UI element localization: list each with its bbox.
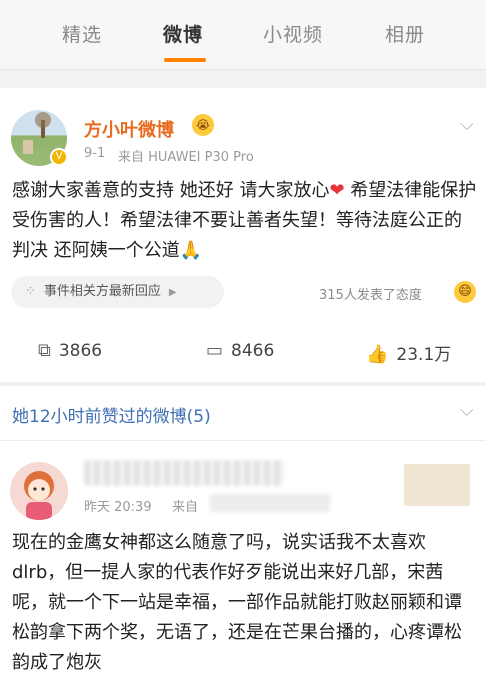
- like-icon: 👍: [366, 344, 389, 365]
- repost-button[interactable]: ⧉ 3866: [38, 340, 102, 361]
- blurred-thumbnail: [404, 464, 470, 506]
- blurred-source: [210, 494, 330, 512]
- reaction-count[interactable]: 315人发表了态度: [319, 284, 422, 303]
- dots-icon: ⁘: [25, 284, 36, 299]
- weibo-profile-page: 精选 微博 小视频 相册 V 方小叶微博 😭 9-1 来自 HUAWEI P30…: [0, 0, 486, 678]
- tab-weibo[interactable]: 微博: [163, 20, 203, 47]
- comment-button[interactable]: ▭ 8466: [206, 340, 274, 361]
- active-tab-indicator: [164, 58, 206, 62]
- post-date: 昨天 20:39: [84, 500, 152, 515]
- topic-label: 事件相关方最新回应: [43, 284, 161, 299]
- comment-icon: ▭: [206, 340, 224, 361]
- top-tab-bar: 精选 微博 小视频 相册: [0, 0, 486, 70]
- blurred-username: [84, 460, 284, 486]
- heart-icon: ❤: [329, 180, 345, 201]
- like-button[interactable]: 👍 23.1万: [366, 340, 451, 365]
- chevron-down-icon[interactable]: ⌵: [460, 400, 474, 421]
- praying-hands-icon: 🙏: [179, 240, 203, 261]
- like-count: 23.1万: [396, 345, 452, 365]
- author-name[interactable]: 方小叶微博: [84, 116, 174, 142]
- tab-featured[interactable]: 精选: [62, 20, 102, 47]
- post-date: 9-1: [84, 146, 106, 161]
- arrow-right-icon: ▶: [168, 287, 177, 298]
- post-source: 来自: [172, 500, 199, 515]
- post-text: 现在的金鹰女神都这么随意了吗，说实话我不太喜欢dlrb，但一提人家的代表作好歹能…: [12, 532, 462, 673]
- avatar[interactable]: [10, 462, 68, 520]
- liked-section-title[interactable]: 她12小时前赞过的微博(5): [12, 402, 211, 427]
- emoji-icon: 😭: [192, 114, 214, 136]
- chevron-down-icon[interactable]: ⌵: [460, 114, 474, 135]
- post-source: 来自 HUAWEI P30 Pro: [118, 150, 254, 165]
- repost-count: 3866: [58, 341, 103, 361]
- smile-emoji-icon[interactable]: 😄: [454, 281, 476, 303]
- divider: [0, 440, 486, 441]
- repost-icon: ⧉: [38, 340, 51, 361]
- comment-count: 8466: [231, 341, 275, 361]
- verified-badge-icon: V: [50, 148, 68, 166]
- post-text: 感谢大家善意的支持 她还好 请大家放心❤ 希望法律能保护受伤害的人！希望法律不要…: [12, 180, 477, 261]
- tab-videos[interactable]: 小视频: [263, 20, 323, 47]
- tab-album[interactable]: 相册: [385, 20, 425, 47]
- topic-chip[interactable]: ⁘ 事件相关方最新回应 ▶: [11, 276, 224, 308]
